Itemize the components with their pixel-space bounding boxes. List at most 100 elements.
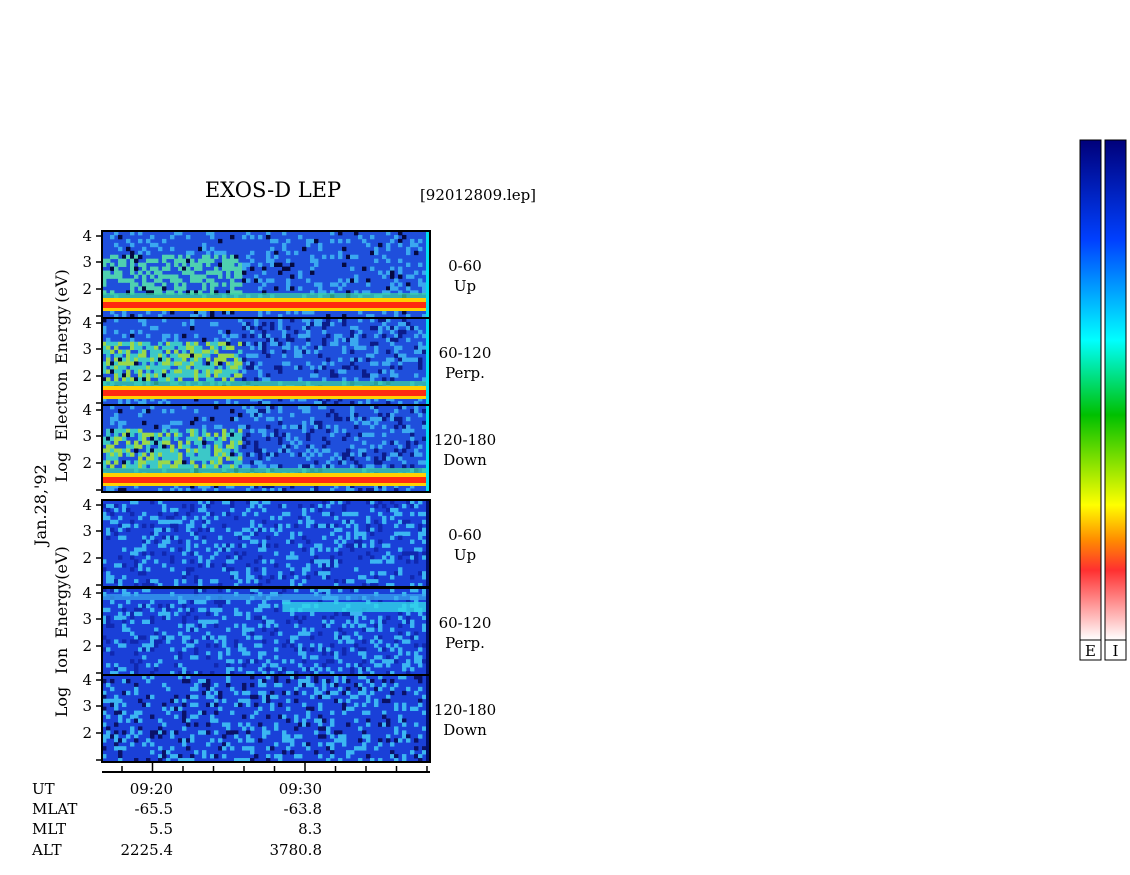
heat-cell: [398, 519, 403, 525]
heat-cell: [358, 329, 363, 335]
chart-title: EXOS-D LEP: [205, 178, 341, 202]
heat-cell: [126, 246, 131, 252]
heat-cell: [302, 615, 307, 621]
heat-cell: [354, 274, 359, 279]
heat-cell: [302, 507, 307, 513]
heat-cell: [394, 511, 399, 517]
heat-cell: [130, 615, 135, 621]
heat-cell: [338, 686, 343, 692]
heat-cell: [282, 246, 287, 252]
heat-cell: [134, 667, 139, 672]
heat-cell: [346, 639, 351, 644]
heat-cell: [150, 734, 155, 739]
heat-cell: [326, 647, 331, 652]
heat-cell: [234, 690, 239, 696]
heat-cell: [170, 278, 175, 283]
heat-cell: [278, 631, 283, 636]
heat-cell: [154, 432, 159, 438]
heat-cell: [230, 444, 235, 449]
heat-cell: [302, 631, 307, 636]
heat-cell: [186, 511, 191, 517]
heat-cell: [294, 436, 299, 441]
heat-cell: [386, 659, 391, 664]
heat-cell: [290, 659, 295, 664]
heat-cell: [246, 599, 251, 605]
heat-cell: [302, 246, 307, 252]
heat-cell: [262, 543, 267, 548]
heat-cell: [262, 321, 267, 327]
heat-cell: [398, 416, 403, 422]
heat-cell: [206, 631, 211, 636]
heat-cell: [310, 238, 315, 244]
heat-cell: [206, 432, 211, 438]
heat-cell: [270, 746, 275, 751]
heat-cell: [162, 365, 167, 370]
heat-cell: [190, 345, 195, 351]
heat-cell: [282, 659, 287, 664]
heat-cell: [258, 722, 263, 727]
heat-cell: [146, 603, 151, 609]
heat-cell: [378, 647, 383, 652]
heat-cell: [286, 325, 291, 331]
heat-cell: [234, 270, 239, 275]
heat-cell: [406, 734, 411, 739]
heat-cell: [166, 710, 171, 715]
heat-cell: [110, 623, 115, 628]
heat-cell: [190, 694, 195, 700]
heat-cell: [150, 607, 155, 613]
heat-cell: [402, 734, 407, 739]
heat-cell: [210, 460, 215, 465]
heat-cell: [182, 286, 187, 291]
heat-cell: [238, 274, 243, 279]
heat-cell: [282, 432, 287, 438]
heat-cell: [278, 270, 283, 275]
heat-cell: [398, 531, 403, 536]
heat-cell: [198, 456, 203, 461]
heat-cell: [262, 527, 267, 533]
heat-cell: [398, 266, 403, 271]
heat-cell: [182, 357, 187, 362]
heat-cell: [238, 535, 243, 540]
heat-cell: [246, 651, 251, 656]
heat-cell: [214, 373, 219, 378]
heat-cell: [182, 698, 187, 704]
heat-cell: [106, 428, 111, 434]
heat-cell: [362, 655, 367, 660]
heat-cell: [402, 663, 407, 668]
heat-cell: [126, 507, 131, 513]
heat-cell: [110, 349, 115, 354]
heat-cell: [330, 682, 335, 688]
heat-cell: [354, 412, 359, 418]
heat-cell: [190, 754, 195, 759]
heat-cell: [122, 710, 127, 715]
heat-cell: [174, 698, 179, 704]
heat-cell: [194, 361, 199, 366]
heat-cell: [174, 754, 179, 759]
heat-cell: [222, 428, 227, 434]
heat-cell: [122, 667, 127, 672]
heat-cell: [214, 270, 219, 275]
heat-cell: [226, 659, 231, 664]
heat-cell: [410, 511, 415, 517]
heat-cell: [134, 682, 139, 688]
heat-cell: [406, 424, 411, 430]
heat-cell: [206, 250, 211, 256]
heat-cell: [114, 730, 119, 735]
heat-cell: [146, 357, 151, 362]
heat-cell: [266, 373, 271, 378]
heat-cell: [122, 460, 127, 465]
heat-cell: [382, 432, 387, 438]
heat-cell: [266, 730, 271, 735]
heat-cell: [286, 345, 291, 351]
heat-cell: [218, 440, 223, 445]
heat-cell: [270, 706, 275, 711]
heat-cell: [182, 321, 187, 327]
heat-cell: [326, 503, 331, 509]
heat-cell: [202, 503, 207, 509]
heat-cell: [234, 365, 239, 370]
heat-cell: [322, 511, 327, 517]
heat-cell: [130, 270, 135, 275]
heat-cell: [250, 750, 255, 755]
heat-cell: [334, 682, 339, 688]
heat-cell: [198, 246, 203, 252]
